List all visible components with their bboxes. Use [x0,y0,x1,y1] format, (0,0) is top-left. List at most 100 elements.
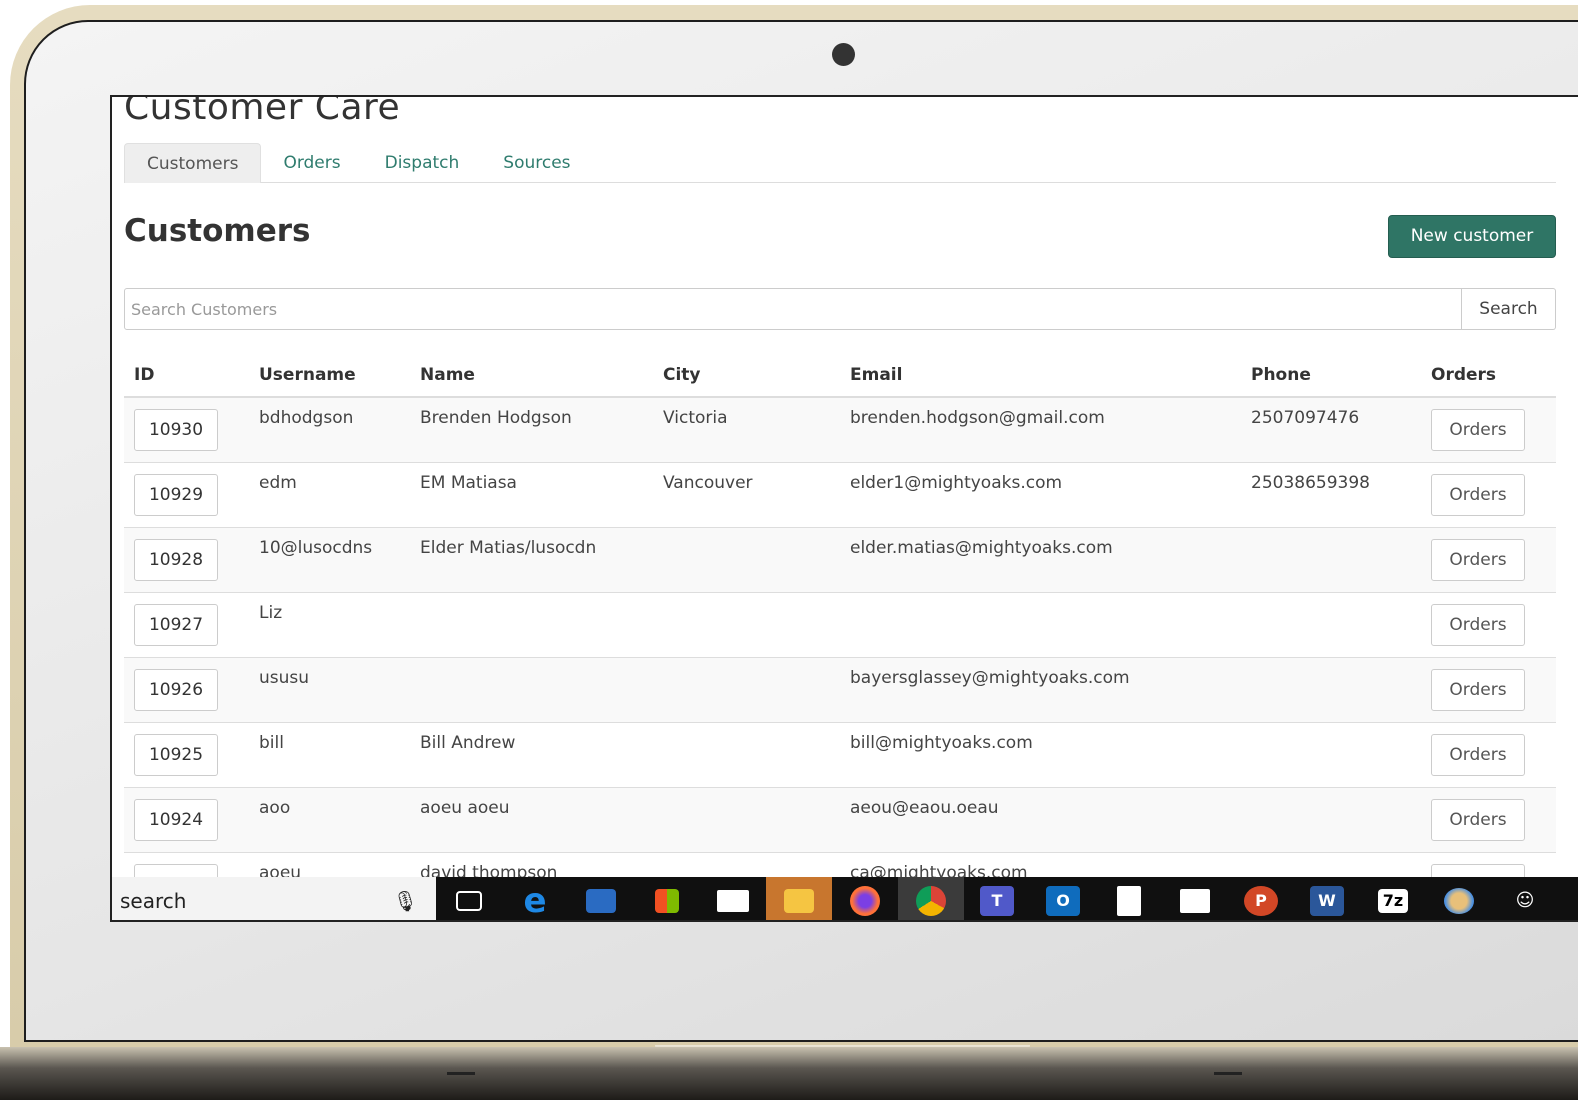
cell-username: 10@lusocdns [249,526,410,592]
cell-name [410,656,653,722]
table-row: 10926 ususu bayersglassey@mightyoaks.com Or… [124,656,1556,722]
cell-name: Brenden Hodgson [410,396,653,462]
orders-button[interactable]: Orders [1431,473,1525,516]
cell-id: 10926 [124,656,249,722]
cell-orders: Orders [1421,656,1556,722]
cell-email: brenden.hodgson@gmail.com [840,396,1241,462]
col-header-city: City [653,353,840,398]
orders-button[interactable]: Orders [1431,668,1525,711]
cell-email: elder1@mightyoaks.com [840,461,1241,527]
chrome-icon[interactable] [898,877,964,920]
cell-orders: Orders [1421,461,1556,527]
col-header-username: Username [249,353,410,398]
cell-orders: Orders [1421,526,1556,592]
customer-id-button[interactable]: 10930 [134,409,218,451]
tab-sources[interactable]: Sources [481,143,592,183]
col-header-id: ID [124,353,249,398]
file-explorer-icon[interactable] [766,877,832,920]
microphone-icon[interactable]: 🎙 [393,889,418,913]
cell-username: edm [249,461,410,527]
tab-customers[interactable]: Customers [124,143,262,183]
cell-orders: Orders [1421,721,1556,787]
cell-id: 10925 [124,721,249,787]
cell-name: Elder Matias/lusocdn [410,526,653,592]
customer-id-button[interactable]: 10925 [134,733,218,776]
new-customer-button[interactable]: New customer [1388,215,1556,258]
cell-username: ususu [249,656,410,722]
taskbar-search-box[interactable]: search 🎙 [112,877,436,920]
customer-id-button[interactable]: 10926 [134,668,218,711]
cell-name: EM Matiasa [410,461,653,527]
firefox-icon[interactable] [832,877,898,920]
cell-email: bill@mightyoaks.com [840,721,1241,787]
cell-email: aeou@eaou.oeau [840,786,1241,852]
cell-city: Vancouver [653,461,840,527]
tab-orders[interactable]: Orders [261,143,362,183]
orders-button[interactable]: Orders [1431,603,1525,646]
customers-table: ID Username Name City Email Phone Orders… [124,353,1556,917]
table-row: 10925 bill Bill Andrew bill@mightyoaks.com O… [124,721,1556,787]
customer-id-button[interactable]: 10929 [134,473,218,516]
search-bar: Search [124,288,1556,330]
task-view-icon[interactable] [436,877,502,920]
cell-phone: 25038659398 [1241,461,1421,527]
people-icon[interactable]: ☺ [1492,877,1558,920]
search-button[interactable]: Search [1462,288,1556,330]
col-header-name: Name [410,353,653,398]
orders-button[interactable]: Orders [1431,538,1525,581]
calculator-icon[interactable] [1096,877,1162,920]
table-row: 10930 bdhodgson Brenden Hodgson Victoria bre… [124,396,1556,462]
cell-username: aoo [249,786,410,852]
7zip-icon[interactable]: 7z [1360,877,1426,920]
cell-id: 10929 [124,461,249,527]
cell-email [840,591,1241,657]
mail-icon[interactable] [700,877,766,920]
laptop-foot [1214,1072,1242,1075]
col-header-phone: Phone [1241,353,1421,398]
table-row: 10924 aoo aoeu aoeu aeou@eaou.oeau Orders [124,786,1556,852]
app-title: Customer Care [124,95,401,128]
cell-phone [1241,786,1421,852]
edge-icon[interactable]: e [502,877,568,921]
paint-icon[interactable] [1426,877,1492,920]
cell-orders: Orders [1421,786,1556,852]
cell-username: bdhodgson [249,396,410,462]
tab-dispatch[interactable]: Dispatch [363,143,482,183]
app-window: Customer Care Customers Orders Dispatch … [110,95,1578,922]
orders-button[interactable]: Orders [1431,798,1525,841]
orders-button[interactable]: Orders [1431,409,1525,451]
cell-name: Bill Andrew [410,721,653,787]
orders-button[interactable]: Orders [1431,733,1525,776]
cell-orders: Orders [1421,591,1556,657]
cell-city [653,656,840,722]
customer-id-button[interactable]: 10924 [134,798,218,841]
word-icon[interactable]: W [1294,877,1360,920]
table-header-row: ID Username Name City Email Phone Orders [124,353,1556,398]
webcam [832,43,855,66]
cell-phone [1241,526,1421,592]
teams-icon[interactable]: T [964,877,1030,920]
cell-email: bayersglassey@mightyoaks.com [840,656,1241,722]
photos-icon[interactable] [1162,877,1228,920]
customer-id-button[interactable]: 10927 [134,603,218,646]
laptop-foot [447,1072,475,1075]
col-header-email: Email [840,353,1241,398]
cell-city [653,721,840,787]
remote-desktop-icon[interactable] [568,877,634,920]
cell-username: bill [249,721,410,787]
windows-taskbar: search 🎙 e T O P W 7z ☺ [112,877,1578,921]
cell-name [410,591,653,657]
table-row: 10928 10@lusocdns Elder Matias/lusocdn elde… [124,526,1556,592]
cell-orders: Orders [1421,396,1556,462]
outlook-icon[interactable]: O [1030,877,1096,920]
cell-phone [1241,591,1421,657]
store-icon[interactable] [634,877,700,920]
powerpoint-icon[interactable]: P [1228,877,1294,920]
search-input[interactable] [124,288,1462,330]
cell-city: Victoria [653,396,840,462]
taskbar-search-text: search [120,888,187,913]
cell-email: elder.matias@mightyoaks.com [840,526,1241,592]
customer-id-button[interactable]: 10928 [134,538,218,581]
cell-city [653,786,840,852]
col-header-orders: Orders [1421,353,1556,398]
